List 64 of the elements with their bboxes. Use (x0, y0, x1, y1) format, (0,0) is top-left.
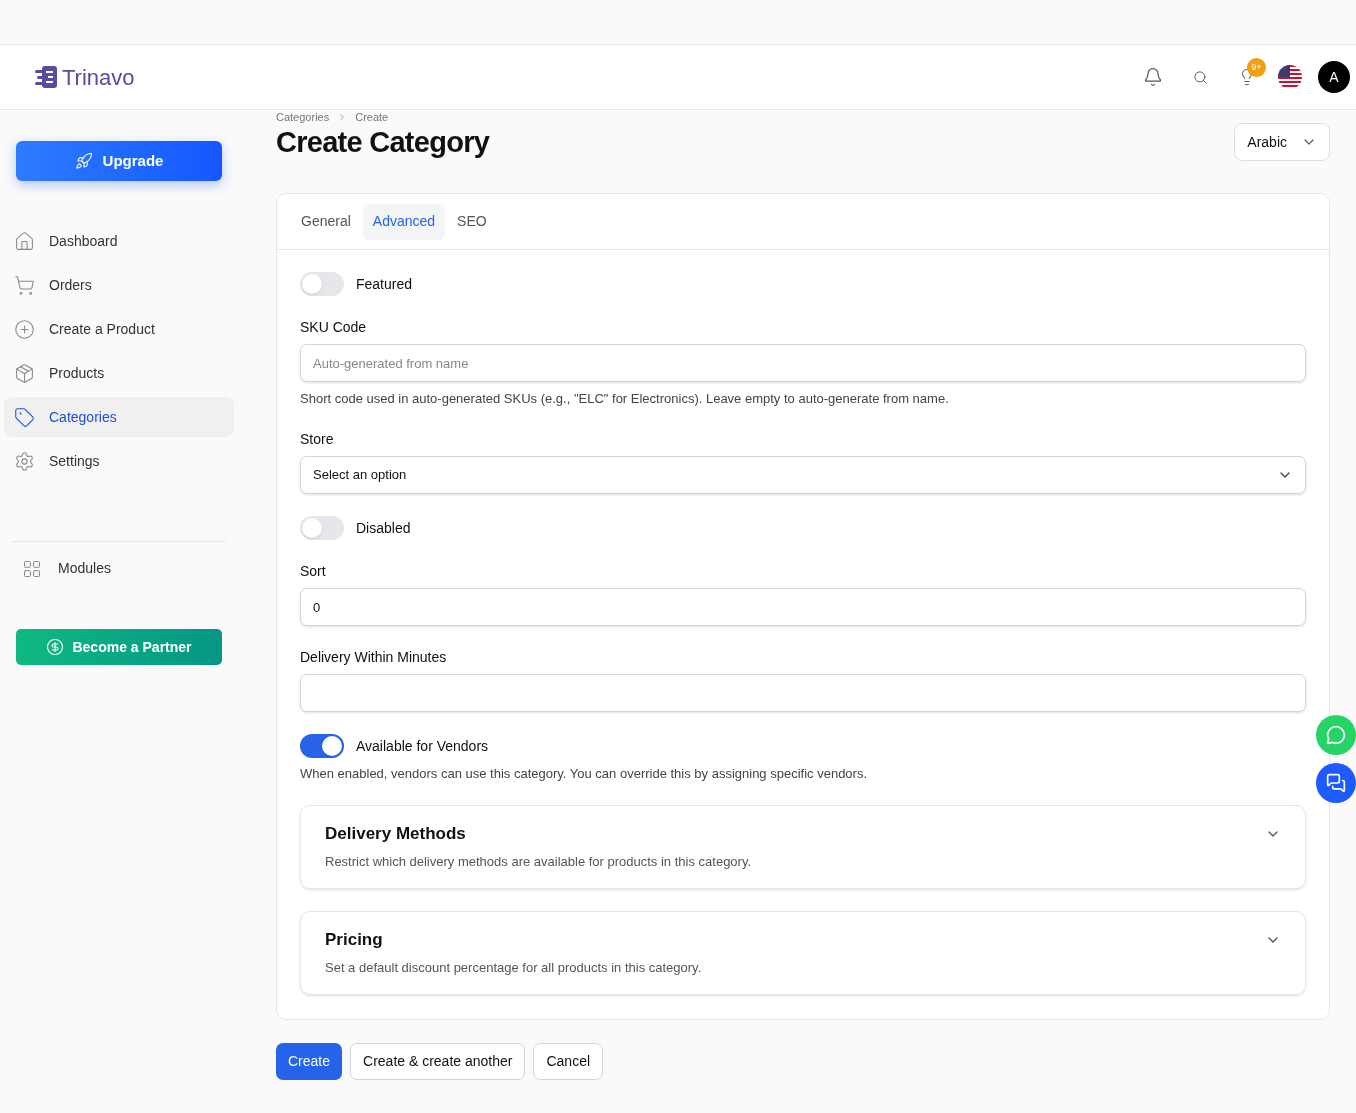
sidebar-label: Settings (49, 451, 100, 471)
action-button[interactable]: Create & create another (350, 1043, 526, 1080)
messages-icon (1326, 773, 1346, 793)
sidebar-item[interactable]: Orders (4, 265, 234, 305)
toggle-label: Featured (356, 275, 413, 293)
chat-button[interactable] (1316, 763, 1356, 803)
toggle-switch[interactable] (300, 516, 344, 540)
sidebar-item[interactable]: Dashboard (4, 221, 234, 261)
action-button[interactable]: Cancel (533, 1043, 604, 1080)
rocket-icon (74, 152, 93, 170)
grid-icon (22, 558, 42, 579)
sidebar-label: Products (49, 363, 105, 383)
sidebar-label: Dashboard (49, 231, 118, 251)
sidebar-item[interactable]: Products (4, 353, 234, 393)
breadcrumb-link[interactable]: Categories (276, 111, 330, 123)
sidebar-item[interactable]: Settings (4, 441, 234, 481)
input-field[interactable] (300, 674, 1306, 712)
section-title: Pricing (325, 929, 383, 951)
notification-icon[interactable] (1143, 67, 1163, 87)
upgrade-button[interactable]: Upgrade (16, 141, 222, 181)
us-flag-icon[interactable] (1278, 65, 1302, 89)
notification-badge: 9+ (1247, 58, 1266, 77)
toggle-label: Available for Vendors (356, 737, 489, 755)
plus-circle-icon (14, 318, 35, 340)
modules-link[interactable]: Modules (22, 558, 246, 579)
user-avatar[interactable]: A (1318, 61, 1350, 93)
sidebar-label: Categories (49, 407, 117, 427)
box-icon (14, 362, 35, 384)
sidebar-label: Orders (49, 275, 92, 295)
tab[interactable]: General (291, 203, 361, 240)
help-text: Short code used in auto-generated SKUs (e.g., "ELC" for Electronics). Leave empty to auto-generate from name. (300, 390, 950, 408)
sidebar-label: Create a Product (49, 319, 155, 339)
collapsible-section[interactable]: Delivery Methods Restrict which delivery methods are available for products in this category. (300, 805, 1306, 889)
sidebar-item[interactable]: Create a Product (4, 309, 234, 349)
toggle-switch[interactable] (300, 734, 344, 758)
section-description: Set a default discount percentage for all products in this category. (325, 959, 703, 977)
tab[interactable]: Advanced (362, 203, 446, 240)
input-field[interactable]: 0 (300, 588, 1306, 626)
field-label: Store (300, 430, 335, 448)
select-field[interactable]: Select an option (300, 456, 1306, 494)
action-button[interactable]: Create (276, 1043, 343, 1080)
language-select[interactable]: Arabic (1234, 123, 1330, 161)
section-title: Delivery Methods (325, 823, 466, 845)
settings-icon (14, 450, 35, 472)
section-description: Restrict which delivery methods are available for products in this category. (325, 853, 753, 871)
collapsible-section[interactable]: Pricing Set a default discount percentage for all products in this category. (300, 911, 1306, 995)
cart-icon (14, 274, 35, 296)
toggle-label: Disabled (356, 519, 411, 537)
logo-icon (34, 65, 58, 89)
help-text: When enabled, vendors can use this category. You can override this by assigning specific vendors. (300, 765, 869, 783)
tab[interactable]: SEO (447, 203, 497, 240)
tag-icon (14, 406, 35, 428)
search-icon[interactable] (1193, 69, 1208, 85)
field-label: Sort (300, 562, 327, 580)
sidebar-item[interactable]: Categories (4, 397, 234, 437)
field-label: SKU Code (300, 318, 368, 336)
field-label: Delivery Within Minutes (300, 648, 448, 666)
page-title: Create Category (276, 125, 490, 160)
toggle-switch[interactable] (300, 272, 344, 296)
home-icon (14, 230, 35, 252)
brand-name: Trinavo (62, 63, 135, 92)
dollar-icon (46, 638, 65, 656)
chat-bubble-icon (1326, 725, 1346, 745)
input-field[interactable]: Auto-generated from name (300, 344, 1306, 382)
